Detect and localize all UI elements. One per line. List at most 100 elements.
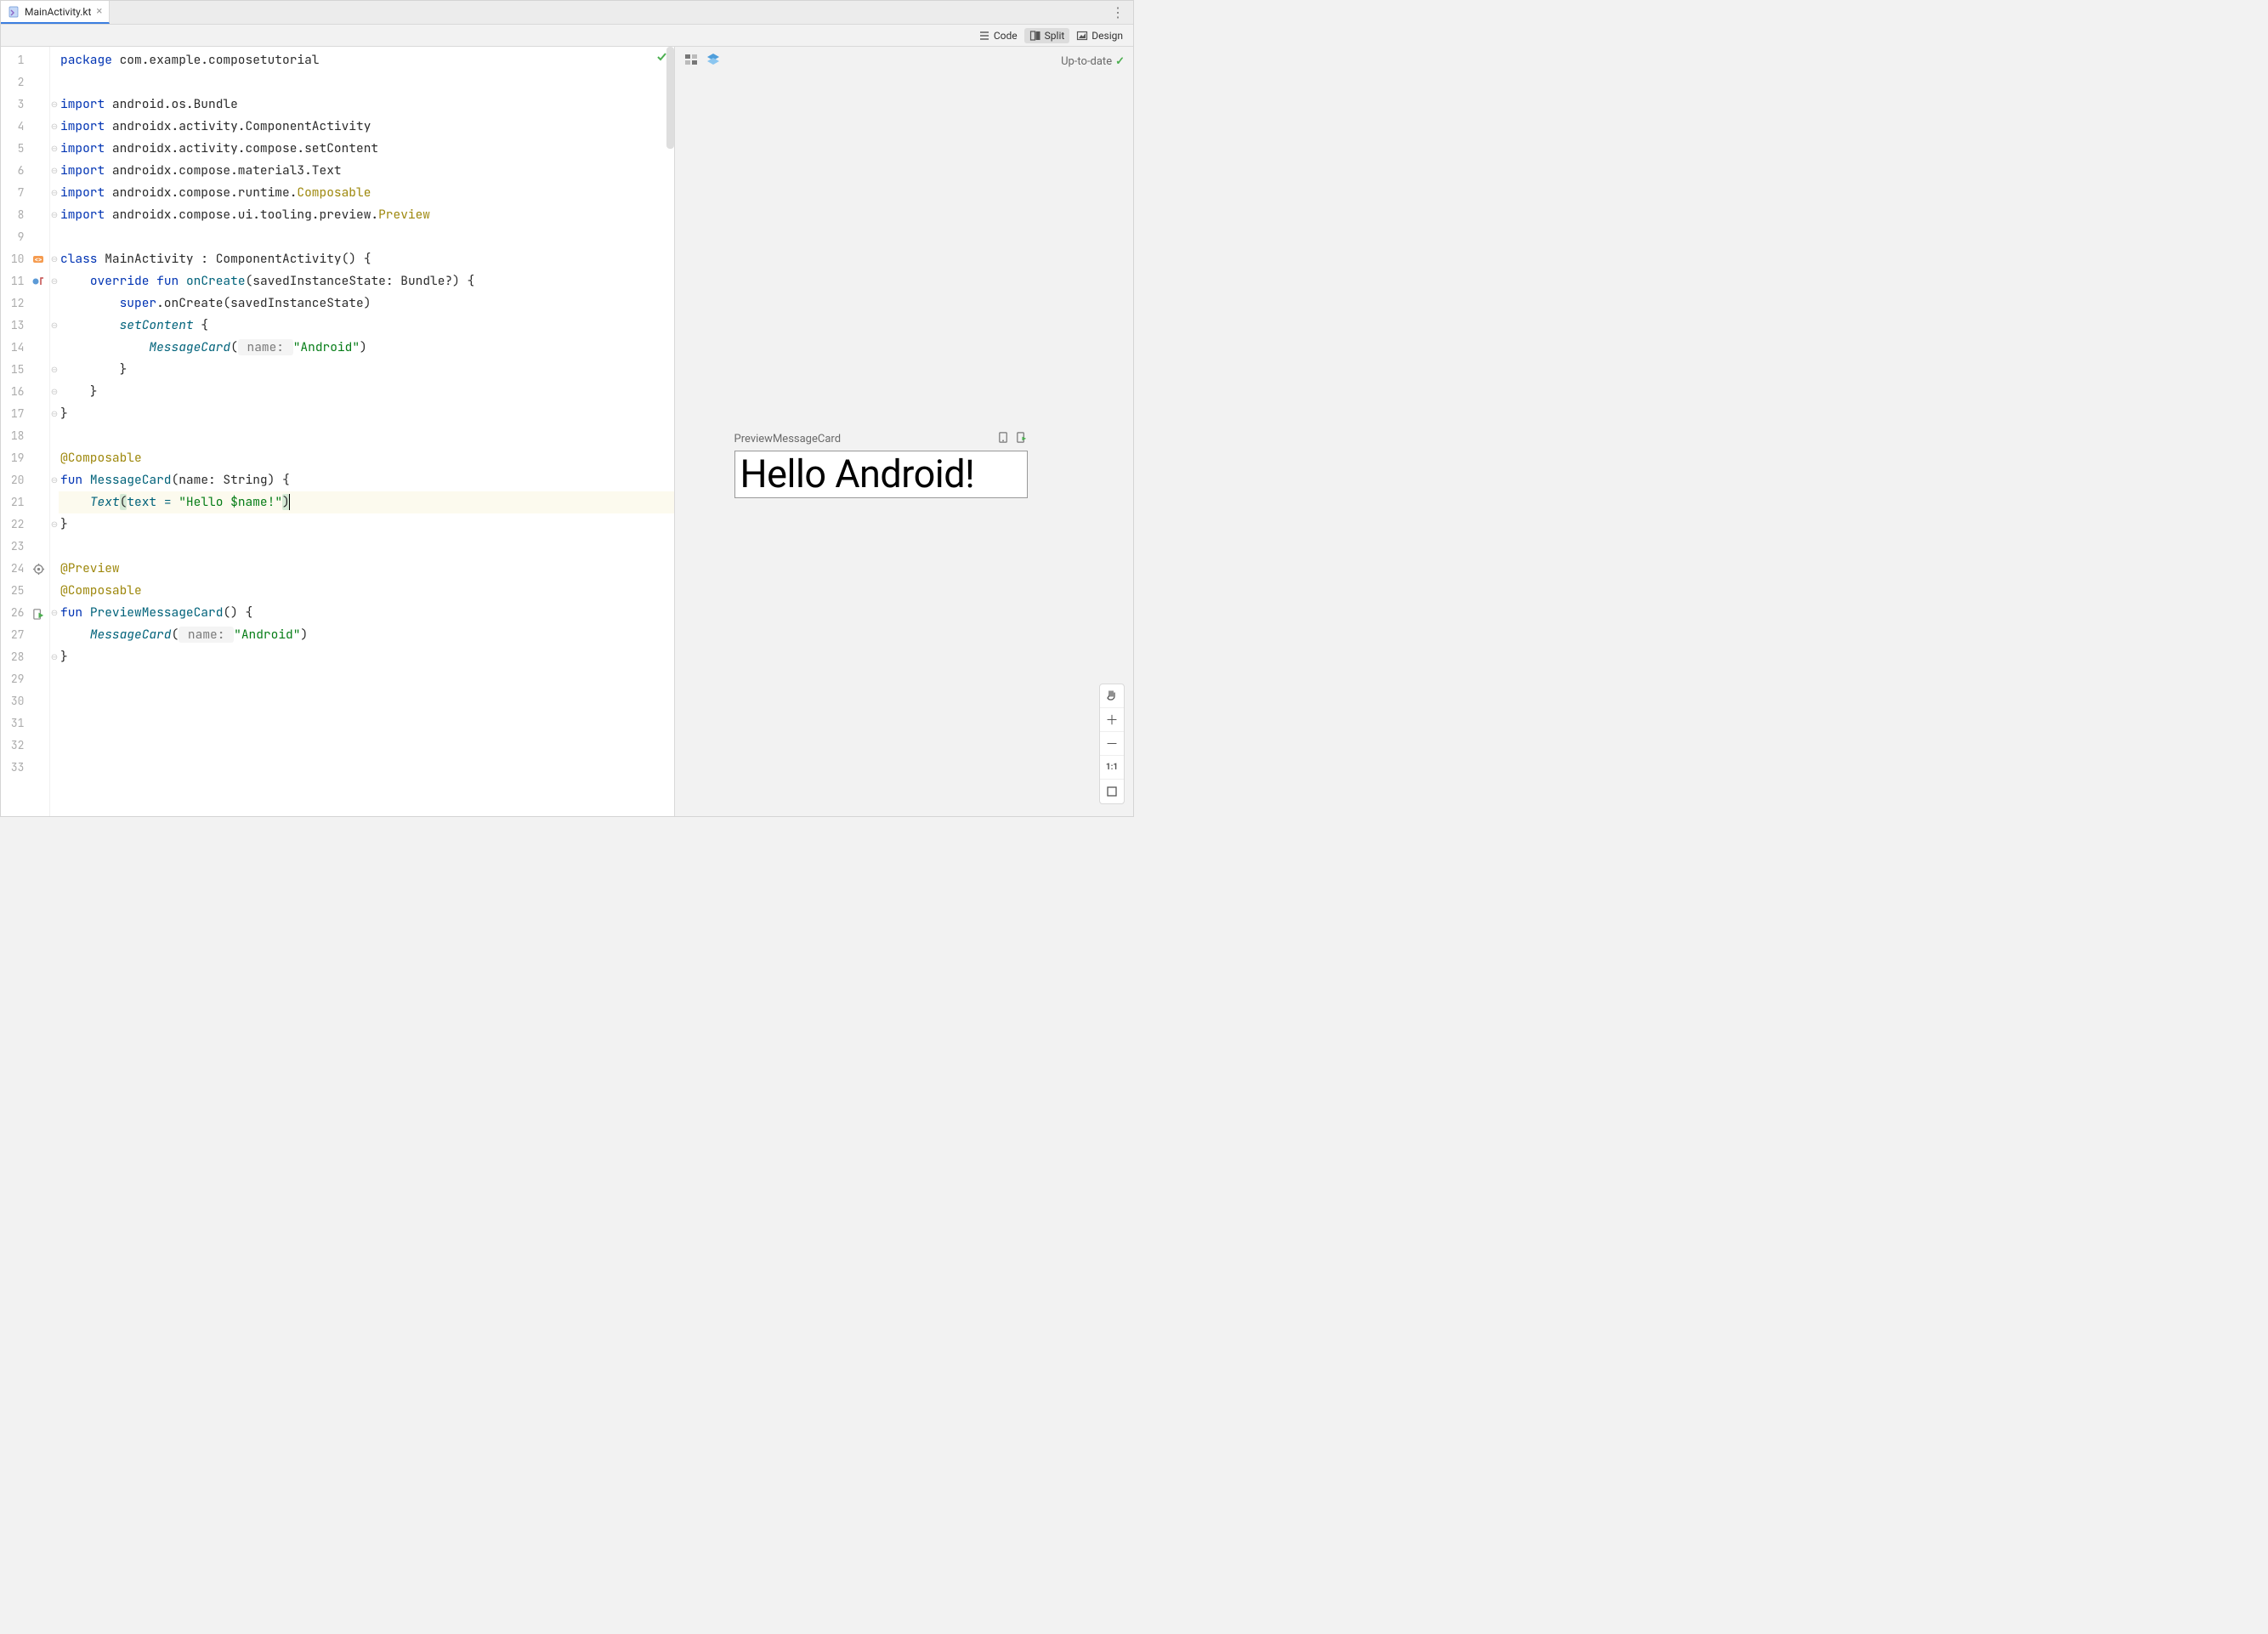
view-mode-code[interactable]: Code	[973, 28, 1023, 43]
zoom-reset-button[interactable]: 1:1	[1100, 756, 1124, 780]
gutter-icons: <>	[27, 47, 49, 816]
fold-toggle-icon[interactable]: ⊖	[50, 403, 59, 425]
line-number[interactable]: 27	[1, 624, 27, 646]
fold-toggle-icon[interactable]: ⊖	[50, 204, 59, 226]
view-mode-split[interactable]: Split	[1024, 28, 1070, 43]
settings-gutter-icon[interactable]	[27, 558, 49, 580]
line-number[interactable]: 31	[1, 712, 27, 735]
fold-toggle-icon[interactable]: ⊖	[50, 94, 59, 116]
layers-icon[interactable]	[706, 52, 721, 71]
line-number[interactable]: 29	[1, 668, 27, 690]
code-editor-pane: 1 2 3 4 5 6 7 8 9 10 11 12 13 14 15 16 1	[1, 47, 675, 816]
svg-text:<>: <>	[35, 256, 42, 264]
line-number[interactable]: 22	[1, 513, 27, 536]
override-gutter-icon[interactable]	[27, 270, 49, 292]
line-number[interactable]: 24	[1, 558, 27, 580]
line-number[interactable]: 11	[1, 270, 27, 292]
line-number[interactable]: 19	[1, 447, 27, 469]
preview-status: Up-to-date ✓	[1061, 55, 1125, 68]
class-gutter-icon[interactable]: <>	[27, 248, 49, 270]
fold-toggle-icon[interactable]: ⊖	[50, 116, 59, 138]
fold-toggle-icon[interactable]: ⊖	[50, 248, 59, 270]
line-number[interactable]: 12	[1, 292, 27, 315]
view-mode-bar: Code Split Design	[1, 25, 1133, 47]
zoom-out-button[interactable]: －	[1100, 732, 1124, 756]
fold-strip: ⊖ ⊖ ⊖ ⊖ ⊖ ⊖ ⊖ ⊖ ⊖ ⊖ ⊖ ⊖ ⊖ ⊖ ⊖	[50, 47, 59, 816]
line-number[interactable]: 4	[1, 116, 27, 138]
line-number[interactable]: 13	[1, 315, 27, 337]
line-number[interactable]: 15	[1, 359, 27, 381]
line-number[interactable]: 2	[1, 71, 27, 94]
composable-preview: PreviewMessageCard Hello Android!	[734, 431, 1028, 498]
code-text-area[interactable]: package com.example.composetutorial impo…	[59, 47, 674, 816]
ide-frame: MainActivity.kt × ⋮ Code Split Design	[0, 0, 1134, 817]
fold-toggle-icon[interactable]: ⊖	[50, 646, 59, 668]
composable-preview-header: PreviewMessageCard	[734, 431, 1028, 447]
view-mode-design-label: Design	[1091, 30, 1123, 42]
zoom-fit-button[interactable]	[1100, 780, 1124, 803]
text-caret	[289, 494, 290, 510]
preview-surface[interactable]: PreviewMessageCard Hello Android!	[675, 76, 1133, 816]
fold-toggle-icon[interactable]: ⊖	[50, 160, 59, 182]
fold-toggle-icon[interactable]: ⊖	[50, 182, 59, 204]
preview-deploy-icon[interactable]	[1015, 431, 1028, 447]
line-number[interactable]: 32	[1, 735, 27, 757]
list-icon	[978, 30, 990, 42]
zoom-in-button[interactable]: ＋	[1100, 708, 1124, 732]
view-mode-split-label: Split	[1045, 30, 1065, 42]
line-number[interactable]: 10	[1, 248, 27, 270]
preview-interactive-icon[interactable]	[997, 431, 1010, 447]
split-icon	[1029, 30, 1041, 42]
view-mode-code-label: Code	[994, 30, 1018, 42]
line-number[interactable]: 33	[1, 757, 27, 779]
line-number[interactable]: 14	[1, 337, 27, 359]
editor-scrollbar[interactable]	[666, 47, 674, 149]
split-area: 1 2 3 4 5 6 7 8 9 10 11 12 13 14 15 16 1	[1, 47, 1133, 816]
inspection-status-icon[interactable]	[655, 50, 667, 62]
line-number[interactable]: 26	[1, 602, 27, 624]
fold-toggle-icon[interactable]: ⊖	[50, 315, 59, 337]
zoom-controls: ＋ － 1:1	[1099, 684, 1125, 804]
run-preview-gutter-icon[interactable]	[27, 602, 49, 624]
kotlin-file-icon	[8, 6, 20, 18]
editor-tab-label: MainActivity.kt	[25, 6, 91, 18]
editor-tab-mainactivity[interactable]: MainActivity.kt ×	[1, 1, 110, 24]
line-number[interactable]: 16	[1, 381, 27, 403]
line-number[interactable]: 8	[1, 204, 27, 226]
fold-toggle-icon[interactable]: ⊖	[50, 602, 59, 624]
image-icon	[1076, 30, 1088, 42]
line-number[interactable]: 25	[1, 580, 27, 602]
compose-preview-pane: Up-to-date ✓ PreviewMessageCard	[675, 47, 1133, 816]
line-number[interactable]: 9	[1, 226, 27, 248]
fold-toggle-icon[interactable]: ⊖	[50, 469, 59, 491]
line-number[interactable]: 1	[1, 49, 27, 71]
preview-status-label: Up-to-date	[1061, 55, 1112, 68]
line-number[interactable]: 18	[1, 425, 27, 447]
line-number[interactable]: 7	[1, 182, 27, 204]
fold-toggle-icon[interactable]: ⊖	[50, 138, 59, 160]
composable-preview-name: PreviewMessageCard	[734, 433, 842, 445]
view-mode-design[interactable]: Design	[1071, 28, 1128, 43]
composable-canvas[interactable]: Hello Android!	[734, 451, 1028, 498]
preview-render-text: Hello Android!	[740, 451, 975, 496]
zoom-pan-button[interactable]	[1100, 684, 1124, 708]
line-number[interactable]: 5	[1, 138, 27, 160]
line-number[interactable]: 30	[1, 690, 27, 712]
line-number[interactable]: 28	[1, 646, 27, 668]
editor-tabbar: MainActivity.kt × ⋮	[1, 1, 1133, 25]
preview-toolbar: Up-to-date ✓	[675, 47, 1133, 76]
check-icon: ✓	[1115, 55, 1125, 68]
fold-toggle-icon[interactable]: ⊖	[50, 270, 59, 292]
line-number[interactable]: 23	[1, 536, 27, 558]
close-icon[interactable]: ×	[96, 5, 102, 18]
fold-toggle-icon[interactable]: ⊖	[50, 359, 59, 381]
line-number[interactable]: 20	[1, 469, 27, 491]
fold-toggle-icon[interactable]: ⊖	[50, 381, 59, 403]
line-number[interactable]: 21	[1, 491, 27, 513]
line-number[interactable]: 17	[1, 403, 27, 425]
layout-validation-icon[interactable]	[683, 52, 699, 71]
fold-toggle-icon[interactable]: ⊖	[50, 513, 59, 536]
tab-options-icon[interactable]: ⋮	[1106, 4, 1130, 20]
line-number[interactable]: 6	[1, 160, 27, 182]
line-number[interactable]: 3	[1, 94, 27, 116]
